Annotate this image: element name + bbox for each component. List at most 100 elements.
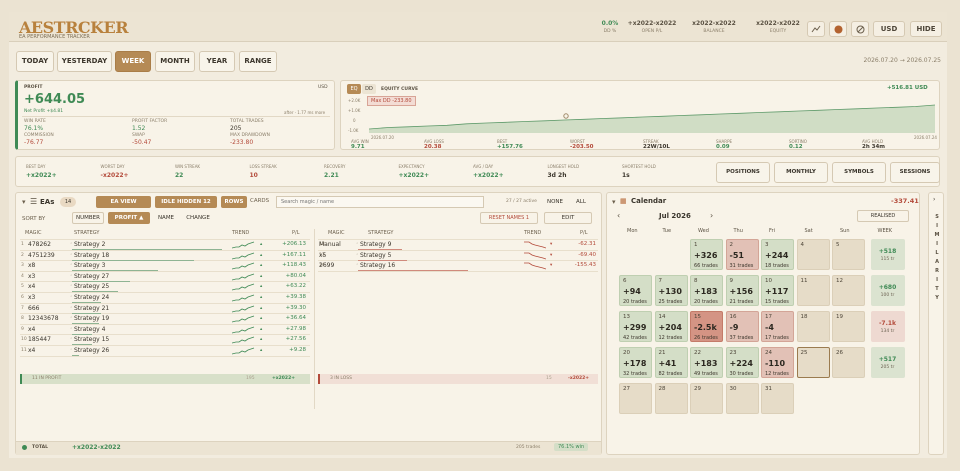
tab-yesterday[interactable]: YESTERDAY [57, 51, 112, 72]
ea-row[interactable]: 10 185447 ◦ Strategy 15 ▴ +27.56 [20, 335, 310, 346]
calendar-day[interactable]: 1 +326 66 trades [690, 239, 723, 270]
calendar-day[interactable]: 22 +183 49 trades [690, 347, 723, 378]
idle-hidden-button[interactable]: IDLE HIDDEN 12 [155, 196, 217, 208]
drag-handle-icon[interactable]: ◦ [70, 327, 73, 332]
ea-row[interactable]: 9 x4 ◦ Strategy 4 ▴ +27.98 [20, 325, 310, 336]
collapse-icon[interactable]: ▾ [22, 198, 26, 206]
tab-month[interactable]: MONTH [155, 51, 195, 72]
calendar-day[interactable]: 18 [796, 311, 830, 342]
calendar-day[interactable]: 12 [832, 275, 865, 306]
drag-handle-icon[interactable]: ◦ [70, 242, 73, 247]
calendar-day[interactable]: 10 +117 15 trades [761, 275, 794, 306]
monthly-button[interactable]: MONTHLY [774, 162, 828, 183]
commission-value: -76.77 [24, 139, 44, 146]
calendar-day[interactable]: 4 [796, 239, 830, 270]
sort-name[interactable]: NAME [154, 212, 178, 224]
calendar-day[interactable]: 17 -4 17 trades [761, 311, 794, 342]
ea-row[interactable]: 12 Manual ◦ Strategy 9 ▾ -62.31 [318, 240, 598, 251]
tab-range[interactable]: RANGE [239, 51, 277, 72]
ea-row[interactable]: 14 2699 ◦ Strategy 16 ▾ -155.43 [318, 261, 598, 272]
drag-handle-icon[interactable]: ◦ [70, 263, 73, 268]
collapse-icon[interactable]: › [933, 196, 935, 203]
calendar-day[interactable]: 21 +41 82 trades [654, 347, 688, 378]
drag-handle-icon[interactable]: ◦ [70, 253, 73, 258]
tab-dd[interactable]: DD [362, 84, 376, 94]
prev-month-icon[interactable]: ‹ [617, 211, 620, 220]
calendar-day[interactable]: 30 [725, 383, 759, 414]
calendar-day[interactable]: 31 [761, 383, 794, 414]
ea-row[interactable]: 5 x4 ◦ Strategy 25 ▴ +63.22 [20, 282, 310, 293]
calendar-day[interactable]: 9 +156 21 trades [725, 275, 759, 306]
calendar-day[interactable]: 6 +94 20 trades [619, 275, 652, 306]
ea-row[interactable]: 7 666 ◦ Strategy 21 ▴ +39.30 [20, 304, 310, 315]
calendar-day[interactable]: 14 +204 12 trades [654, 311, 688, 342]
calendar-day[interactable]: 8 +183 20 trades [690, 275, 723, 306]
tab-year[interactable]: YEAR [199, 51, 235, 72]
calendar-day[interactable]: 26 [832, 347, 865, 378]
cards-button[interactable]: CARDS [250, 198, 269, 204]
ea-row[interactable]: 3 x8 ◦ Strategy 3 ▴ +118.43 [20, 261, 310, 272]
collapse-icon[interactable]: ▾ [612, 198, 616, 206]
calendar-day[interactable]: 5 [832, 239, 865, 270]
currency-button[interactable]: USD [873, 21, 905, 37]
drag-handle-icon[interactable]: ◦ [70, 316, 73, 321]
tab-today[interactable]: TODAY [16, 51, 54, 72]
sort-number[interactable]: NUMBER [72, 212, 104, 224]
tab-eq[interactable]: EQ [347, 84, 361, 94]
tab-week[interactable]: WEEK [115, 51, 151, 72]
ea-row[interactable]: 6 x3 ◦ Strategy 24 ▴ +39.38 [20, 293, 310, 304]
reset-names-button[interactable]: RESET NAMES 1 [480, 212, 538, 224]
drag-handle-icon[interactable]: ◦ [70, 337, 73, 342]
drag-handle-icon[interactable]: ◦ [70, 306, 73, 311]
chart-toggle-button[interactable] [807, 21, 825, 37]
calendar-day[interactable]: 19 [832, 311, 865, 342]
calendar-day[interactable]: 16 -9 37 trades [725, 311, 759, 342]
calendar-day[interactable]: 7 +130 25 trades [654, 275, 688, 306]
positions-button[interactable]: POSITIONS [716, 162, 770, 183]
calendar-day[interactable]: 2 -51 31 trades [725, 239, 759, 270]
calendar-day[interactable]: 24 -110 12 trades [761, 347, 794, 378]
calendar-day[interactable]: 20 +178 32 trades [619, 347, 652, 378]
realised-button[interactable]: REALISED [857, 210, 909, 222]
calendar-day[interactable]: 13 +299 42 trades [619, 311, 652, 342]
sessions-button[interactable]: SESSIONS [890, 162, 940, 183]
search-input[interactable] [276, 196, 484, 208]
calendar-day[interactable]: 27 [619, 383, 652, 414]
ea-view-button[interactable]: EA VIEW [96, 196, 151, 208]
edit-button[interactable]: EDIT [544, 212, 592, 224]
drag-handle-icon[interactable]: ◦ [356, 242, 359, 247]
calendar-day[interactable]: 11 [796, 275, 830, 306]
calendar-day[interactable]: 29 [690, 383, 723, 414]
drag-handle-icon[interactable]: ◦ [356, 253, 359, 258]
calendar-day[interactable]: 25 [796, 347, 830, 378]
ea-row[interactable]: 13 x5 ◦ Strategy 5 ▾ -69.40 [318, 251, 598, 262]
record-button[interactable] [829, 21, 847, 37]
ea-row[interactable]: 4 x3 ◦ Strategy 27 ▴ +80.04 [20, 272, 310, 283]
symbols-button[interactable]: SYMBOLS [832, 162, 886, 183]
all-button[interactable]: ALL [570, 196, 592, 208]
sort-change[interactable]: CHANGE [182, 212, 214, 224]
calendar-day[interactable]: 28 [654, 383, 688, 414]
drag-handle-icon[interactable]: ◦ [356, 263, 359, 268]
none-button[interactable]: NONE [544, 196, 566, 208]
drag-handle-icon[interactable]: ◦ [70, 295, 73, 300]
compass-button[interactable] [851, 21, 869, 37]
calendar-day[interactable]: 3 +244 18 trades [761, 239, 794, 270]
calendar-day[interactable]: 23 +224 30 trades [725, 347, 759, 378]
y-tick: +1.0K [348, 108, 361, 113]
ea-row[interactable]: 11 x4 ◦ Strategy 26 ▴ +9.28 [20, 346, 310, 357]
day-trades: 12 trades [765, 371, 789, 377]
ea-row[interactable]: 8 12343678 ◦ Strategy 19 ▴ +36.64 [20, 314, 310, 325]
drag-handle-icon[interactable]: ◦ [70, 284, 73, 289]
next-month-icon[interactable]: › [710, 211, 713, 220]
drag-handle-icon[interactable]: ◦ [70, 274, 73, 279]
ea-row[interactable]: 2 4751239 ◦ Strategy 18 ▴ +167.11 [20, 251, 310, 262]
ea-row[interactable]: 1 478262 ◦ Strategy 2 ▴ +206.13 [20, 240, 310, 251]
trend-cell [231, 336, 256, 346]
calendar-day[interactable]: 15 -2.5k 26 trades [690, 311, 723, 342]
similarity-sidebar[interactable]: › S I M I L A R I T Y [928, 192, 944, 455]
hide-button[interactable]: HIDE [910, 21, 942, 37]
rows-button[interactable]: ROWS [221, 196, 247, 208]
drag-handle-icon[interactable]: ◦ [70, 348, 73, 353]
sort-profit[interactable]: PROFIT ▲ [108, 212, 150, 224]
